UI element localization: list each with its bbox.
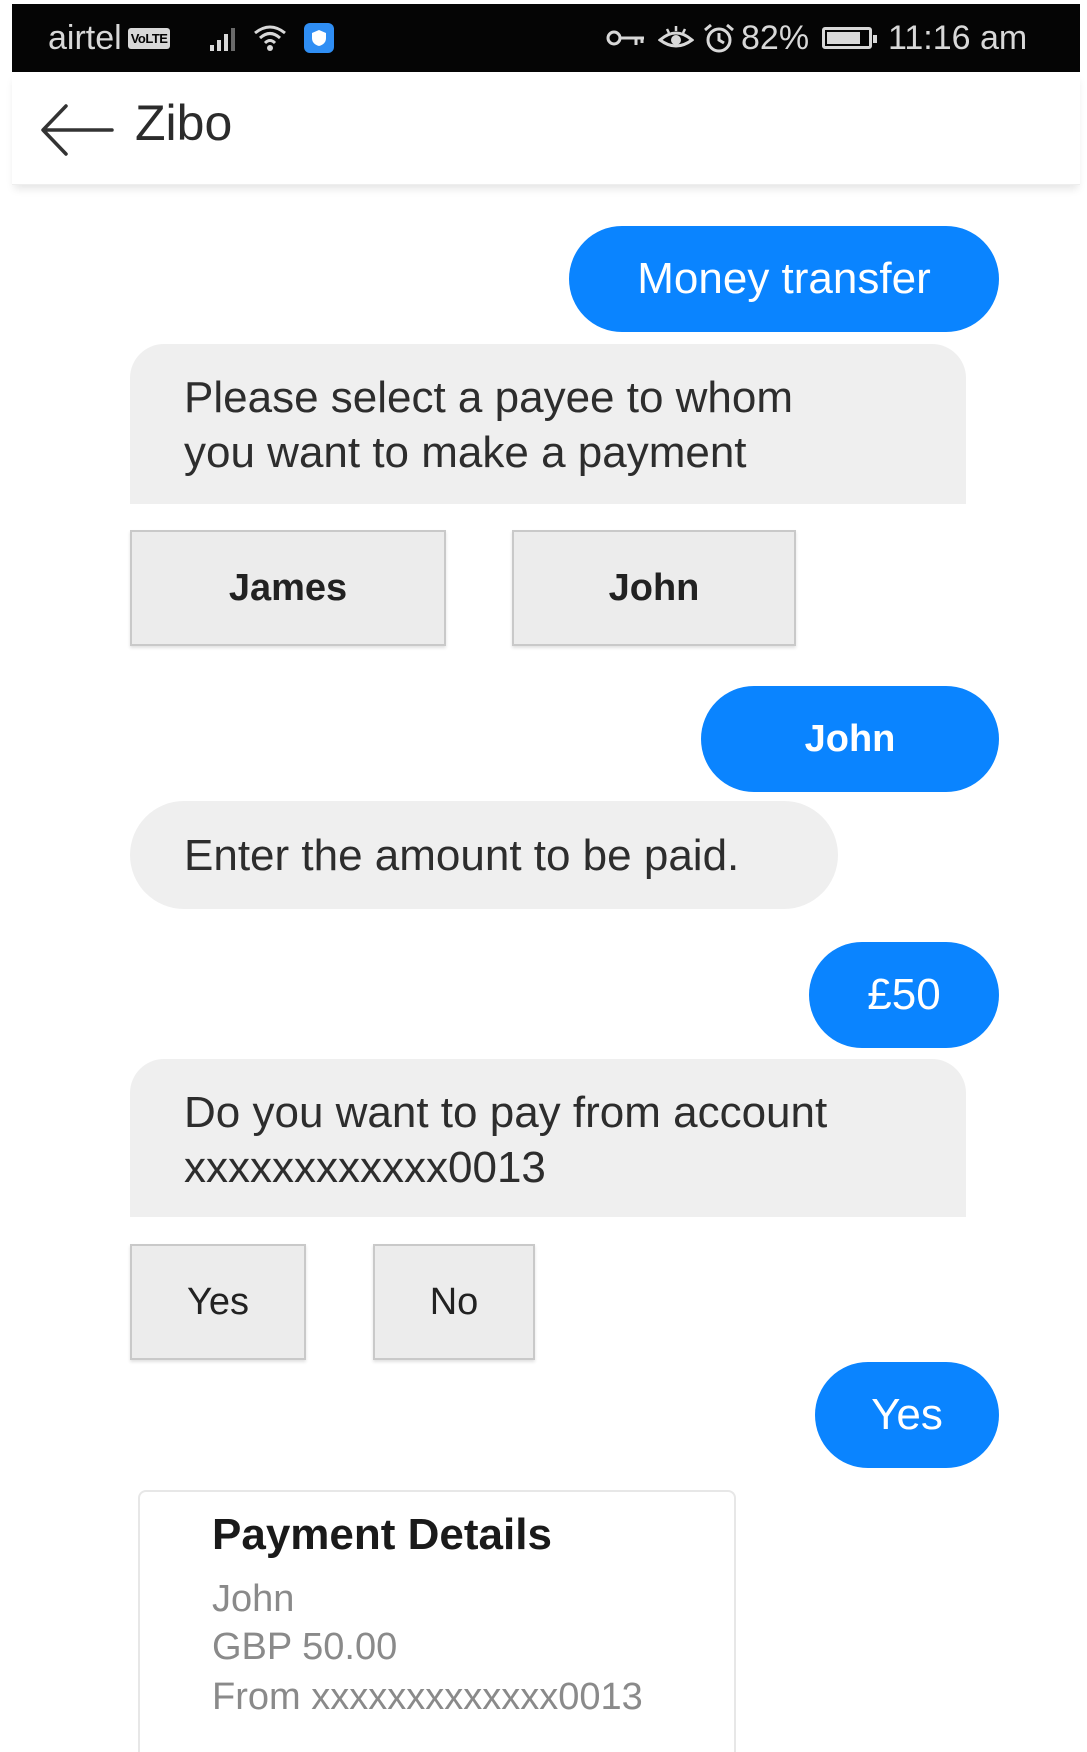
confirm-option-yes[interactable]: Yes xyxy=(130,1244,306,1360)
arrow-left-icon xyxy=(41,104,114,156)
message-text-line2: xxxxxxxxxxxx0013 xyxy=(184,1143,546,1192)
clock-label: 11:16 am xyxy=(888,18,1028,57)
chat-screen: airtel VoLTE 82% 11:16 am Zibo Money tra… xyxy=(0,0,1087,1752)
message-text: John xyxy=(804,717,896,760)
battery-icon xyxy=(822,20,877,56)
back-button[interactable] xyxy=(40,102,114,158)
message-text: £50 xyxy=(867,970,941,1019)
app-bar: Zibo xyxy=(12,72,1080,185)
volte-badge: VoLTE xyxy=(127,27,171,49)
battery-percent-label: 82% xyxy=(741,18,810,57)
message-text: Enter the amount to be paid. xyxy=(184,831,740,880)
payment-details-card: Payment Details John GBP 50.00 From xxxx… xyxy=(138,1490,736,1752)
card-title: Payment Details xyxy=(212,1510,552,1559)
payee-name: John xyxy=(212,1578,295,1620)
vpn-key-icon xyxy=(606,20,646,56)
signal-icon xyxy=(208,20,242,56)
bot-message-enter-amount: Enter the amount to be paid. xyxy=(130,801,838,909)
message-text-line2: you want to make a payment xyxy=(184,428,747,477)
message-text-line1: Please select a payee to whom xyxy=(184,373,794,422)
payment-amount: GBP 50.00 xyxy=(212,1626,398,1668)
user-message-john: John xyxy=(701,686,999,792)
chat-title: Zibo xyxy=(135,95,233,151)
eye-icon xyxy=(658,20,694,56)
from-account: From xxxxxxxxxxxxx0013 xyxy=(212,1676,643,1718)
message-text: Yes xyxy=(871,1390,943,1439)
user-message-amount: £50 xyxy=(809,942,999,1048)
bot-message-choose-account: Do you want to pay from account xxxxxxxx… xyxy=(130,1059,966,1217)
status-bar: airtel VoLTE 82% 11:16 am xyxy=(12,4,1080,72)
alarm-icon xyxy=(702,20,736,56)
confirm-option-no[interactable]: No xyxy=(373,1244,535,1360)
carrier-label: airtel xyxy=(48,18,122,57)
shield-icon xyxy=(304,20,334,56)
bot-message-select-payee: Please select a payee to whom you want t… xyxy=(130,344,966,504)
wifi-icon xyxy=(252,20,288,56)
message-text-line1: Do you want to pay from account xyxy=(184,1088,828,1137)
payee-option-john[interactable]: John xyxy=(512,530,796,646)
message-text: Money transfer xyxy=(637,254,931,303)
user-message-money-transfer: Money transfer xyxy=(569,226,999,332)
payee-option-james[interactable]: James xyxy=(130,530,446,646)
carrier-group: airtel VoLTE xyxy=(48,18,171,57)
user-message-yes: Yes xyxy=(815,1362,999,1468)
